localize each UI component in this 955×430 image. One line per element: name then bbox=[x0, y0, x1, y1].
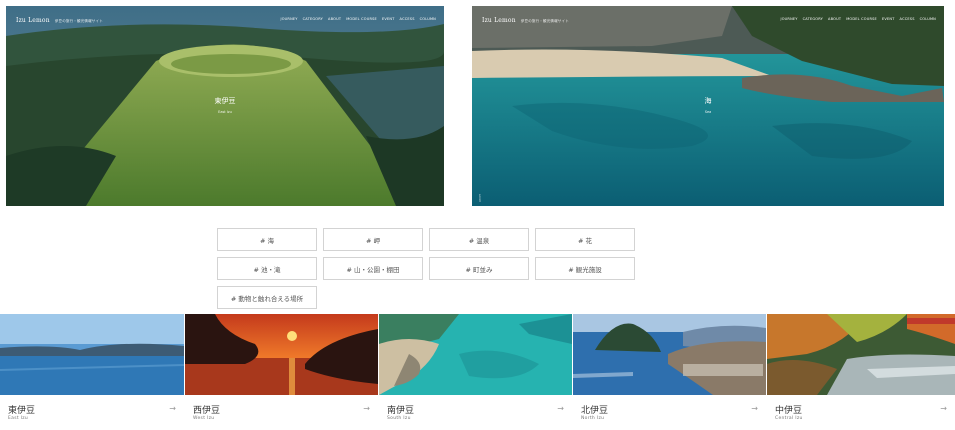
region-card-west-izu[interactable]: 西伊豆 West Izu → bbox=[185, 314, 378, 430]
region-card-north-izu[interactable]: 北伊豆 North Izu → bbox=[573, 314, 766, 430]
nav-category[interactable]: CATEGORY bbox=[303, 17, 323, 21]
south-izu-photo bbox=[379, 314, 572, 395]
tag-hot-spring[interactable]: # 温泉 bbox=[429, 228, 529, 251]
nav-column-right[interactable]: COLUMN bbox=[920, 17, 936, 21]
arrow-right-icon: → bbox=[363, 404, 370, 413]
region-en: Central Izu bbox=[775, 416, 803, 421]
hero-subtitle: East Izu bbox=[218, 110, 232, 115]
nav-model-course[interactable]: MODEL COURSE bbox=[346, 17, 377, 21]
region-name: 西伊豆 bbox=[193, 406, 221, 416]
region-en: East Izu bbox=[8, 416, 29, 421]
logo-subtext-right: 伊豆の旅行・観光情報サイト bbox=[520, 19, 569, 23]
tag-sea[interactable]: # 海 bbox=[217, 228, 317, 251]
west-izu-photo bbox=[185, 314, 378, 395]
hero-east-izu-preview[interactable]: Izu Lemon 伊豆の旅行・観光情報サイト JOURNEY CATEGORY … bbox=[6, 6, 444, 206]
scroll-indicator: scroll bbox=[478, 194, 482, 202]
hero-title: 東伊豆 bbox=[214, 97, 236, 106]
central-izu-photo bbox=[767, 314, 955, 395]
site-logo-right[interactable]: Izu Lemon 伊豆の旅行・観光情報サイト bbox=[482, 17, 569, 24]
tag-mountain-park-terrace[interactable]: # 山・公園・棚田 bbox=[323, 257, 423, 280]
nav-model-course-right[interactable]: MODEL COURSE bbox=[846, 17, 877, 21]
arrow-right-icon: → bbox=[169, 404, 176, 413]
region-name: 南伊豆 bbox=[387, 406, 415, 416]
nav-journey[interactable]: JOURNEY bbox=[280, 17, 297, 21]
region-name: 中伊豆 bbox=[775, 406, 803, 416]
nav-event-right[interactable]: EVENT bbox=[882, 17, 895, 21]
hero-caption: 東伊豆 East Izu bbox=[6, 96, 444, 114]
region-en: West Izu bbox=[193, 416, 215, 421]
east-izu-photo bbox=[0, 314, 184, 395]
tag-flowers[interactable]: # 花 bbox=[535, 228, 635, 251]
logo-text-right: Izu Lemon bbox=[482, 17, 516, 24]
region-list: 東伊豆 East Izu → 西伊豆 West Izu → 南伊豆 South … bbox=[0, 314, 955, 430]
nav-category-right[interactable]: CATEGORY bbox=[803, 17, 823, 21]
region-en: South Izu bbox=[387, 416, 411, 421]
arrow-right-icon: → bbox=[751, 404, 758, 413]
tag-cape[interactable]: # 岬 bbox=[323, 228, 423, 251]
hero-title-right: 海 bbox=[704, 97, 712, 106]
nav-about-right[interactable]: ABOUT bbox=[828, 17, 841, 21]
region-name: 北伊豆 bbox=[581, 406, 609, 416]
nav-column[interactable]: COLUMN bbox=[420, 17, 436, 21]
region-card-central-izu[interactable]: 中伊豆 Central Izu → bbox=[767, 314, 955, 430]
north-izu-photo bbox=[573, 314, 766, 395]
tag-pond-waterfall[interactable]: # 池・滝 bbox=[217, 257, 317, 280]
nav-about[interactable]: ABOUT bbox=[328, 17, 341, 21]
nav-journey-right[interactable]: JOURNEY bbox=[780, 17, 797, 21]
hero-sea-preview[interactable]: Izu Lemon 伊豆の旅行・観光情報サイト JOURNEY CATEGORY … bbox=[472, 6, 944, 206]
hero-nav-right: JOURNEY CATEGORY ABOUT MODEL COURSE EVEN… bbox=[780, 17, 936, 21]
arrow-right-icon: → bbox=[557, 404, 564, 413]
site-logo[interactable]: Izu Lemon 伊豆の旅行・観光情報サイト bbox=[16, 17, 103, 24]
tag-townscape[interactable]: # 町並み bbox=[429, 257, 529, 280]
region-card-east-izu[interactable]: 東伊豆 East Izu → bbox=[0, 314, 184, 430]
category-tags: # 海 # 岬 # 温泉 # 花 # 池・滝 # 山・公園・棚田 # 町並み #… bbox=[217, 228, 740, 309]
region-card-south-izu[interactable]: 南伊豆 South Izu → bbox=[379, 314, 572, 430]
region-en: North Izu bbox=[581, 416, 605, 421]
hero-subtitle-right: Sea bbox=[704, 110, 712, 115]
tag-tourist-facility[interactable]: # 観光施設 bbox=[535, 257, 635, 280]
hero-caption-right: 海 Sea bbox=[472, 96, 944, 114]
nav-event[interactable]: EVENT bbox=[382, 17, 395, 21]
tag-animal-interaction[interactable]: # 動物と触れ合える場所 bbox=[217, 286, 317, 309]
region-name: 東伊豆 bbox=[8, 406, 36, 416]
arrow-right-icon: → bbox=[940, 404, 947, 413]
nav-access-right[interactable]: ACCESS bbox=[900, 17, 915, 21]
logo-subtext: 伊豆の旅行・観光情報サイト bbox=[54, 19, 103, 23]
nav-access[interactable]: ACCESS bbox=[400, 17, 415, 21]
logo-text: Izu Lemon bbox=[16, 17, 50, 24]
hero-nav: JOURNEY CATEGORY ABOUT MODEL COURSE EVEN… bbox=[280, 17, 436, 21]
